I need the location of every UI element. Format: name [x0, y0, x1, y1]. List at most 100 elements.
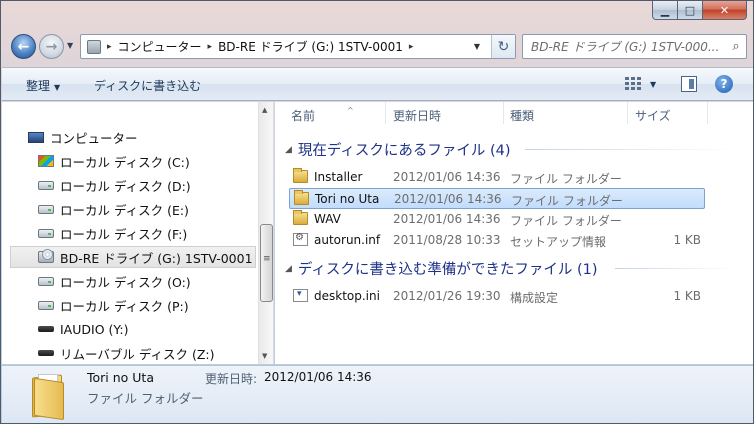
sidebar-item-drive-z[interactable]: リムーバブル ディスク (Z:) [38, 342, 214, 364]
sidebar-item-label: コンピューター [50, 130, 138, 146]
address-history-dropdown[interactable]: ▼ [467, 35, 487, 58]
details-item-type: ファイル フォルダー [87, 391, 204, 406]
arrow-left-icon: ← [17, 38, 30, 55]
disc-drive-icon [38, 249, 54, 263]
explorer-window: ▁ □ ✕ ← → ▼ ▸ コンピューター ▸ BD-RE ドライブ (G:) … [0, 0, 754, 424]
sort-ascending-icon: ^ [347, 106, 354, 115]
close-button[interactable]: ✕ [703, 1, 747, 20]
file-name: desktop.ini [314, 289, 380, 303]
file-date: 2012/01/06 14:36 [393, 170, 501, 184]
file-row[interactable]: autorun.inf 2011/08/28 10:33 セットアップ情報 1 … [289, 230, 705, 251]
forward-button[interactable]: → [39, 34, 64, 59]
sidebar-item-drive-p[interactable]: ローカル ディスク (P:) [38, 294, 189, 316]
file-date: 2012/01/06 14:36 [393, 212, 501, 226]
file-row[interactable]: desktop.ini 2012/01/26 19:30 構成設定 1 KB [289, 286, 705, 307]
minimize-button[interactable]: ▁ [652, 1, 678, 20]
details-item-name: Tori no Uta [87, 370, 154, 385]
caption-buttons: ▁ □ ✕ [652, 1, 747, 20]
group-title: 現在ディスクにあるファイル (4) [297, 143, 511, 159]
file-date: 2012/01/06 14:36 [394, 192, 502, 206]
sidebar-item-drive-c[interactable]: ローカル ディスク (C:) [38, 150, 190, 172]
system-drive-icon [38, 155, 54, 167]
column-divider[interactable] [503, 102, 504, 124]
command-bar: 整理 ▼ ディスクに書き込む ▼ ? [2, 67, 753, 101]
arrow-right-icon: → [45, 38, 58, 55]
column-divider[interactable] [385, 102, 386, 124]
config-file-icon [293, 289, 308, 302]
sidebar-item-drive-y[interactable]: IAUDIO (Y:) [38, 318, 128, 340]
collapse-triangle-icon[interactable]: ◢ [285, 145, 292, 155]
sidebar-item-drive-o[interactable]: ローカル ディスク (O:) [38, 270, 191, 292]
view-options-dropdown[interactable]: ▼ [650, 80, 656, 89]
details-pane: Tori no Uta ファイル フォルダー 更新日時: 2012/01/06 … [2, 365, 753, 423]
navigation-pane-scrollbar[interactable]: ▲ ▼ [258, 102, 273, 364]
search-input[interactable]: BD-RE ドライブ (G:) 1STV-000... [523, 38, 726, 55]
organize-label: 整理 [26, 79, 51, 93]
collapse-triangle-icon[interactable]: ◢ [285, 264, 292, 274]
sidebar-item-label: ローカル ディスク (D:) [60, 178, 191, 194]
group-header-current-files[interactable]: ◢ 現在ディスクにあるファイル (4) [285, 139, 511, 160]
scroll-up-icon[interactable]: ▲ [262, 106, 267, 114]
sidebar-item-drive-e[interactable]: ローカル ディスク (E:) [38, 198, 189, 220]
column-header-name[interactable]: 名前 ^ [291, 106, 354, 124]
group-divider [615, 268, 735, 269]
breadcrumb-separator[interactable]: ▸ [107, 42, 112, 52]
usb-drive-icon [38, 350, 54, 356]
column-divider[interactable] [627, 102, 628, 124]
column-divider[interactable] [707, 102, 708, 124]
file-size: 1 KB [673, 289, 701, 303]
help-icon[interactable]: ? [715, 75, 733, 93]
file-type: ファイル フォルダー [510, 172, 622, 186]
chevron-down-icon: ▼ [54, 83, 61, 92]
file-date: 2012/01/26 19:30 [393, 289, 501, 303]
sidebar-item-label: BD-RE ドライブ (G:) 1STV-0001 [60, 250, 253, 266]
column-header-size[interactable]: サイズ [635, 107, 671, 124]
refresh-icon: ↻ [497, 38, 510, 55]
maximize-button[interactable]: □ [678, 1, 703, 20]
folder-icon [294, 190, 309, 205]
group-divider [525, 149, 735, 150]
sidebar-item-drive-f[interactable]: ローカル ディスク (F:) [38, 222, 187, 244]
scrollbar-thumb[interactable] [260, 224, 273, 302]
file-type: ファイル フォルダー [511, 194, 623, 208]
sidebar-item-label: ローカル ディスク (O:) [60, 274, 191, 290]
file-type: ファイル フォルダー [510, 214, 622, 228]
back-button[interactable]: ← [11, 34, 36, 59]
sidebar-item-label: ローカル ディスク (P:) [60, 298, 189, 314]
sidebar-item-label: ローカル ディスク (C:) [60, 154, 190, 170]
breadcrumb-separator[interactable]: ▸ [208, 42, 213, 52]
burn-to-disc-button[interactable]: ディスクに書き込む [94, 77, 201, 94]
refresh-button[interactable]: ↻ [491, 35, 515, 58]
address-bar[interactable]: ▸ コンピューター ▸ BD-RE ドライブ (G:) 1STV-0001 ▸ … [80, 34, 516, 59]
sidebar-item-label: ローカル ディスク (F:) [60, 226, 188, 242]
file-size: 1 KB [673, 233, 701, 247]
drive-icon [38, 228, 54, 238]
column-header-date[interactable]: 更新日時 [393, 107, 441, 124]
sidebar-item-label: ローカル ディスク (E:) [60, 202, 189, 218]
column-label: 名前 [291, 109, 316, 123]
column-header-type[interactable]: 種類 [510, 107, 534, 124]
breadcrumb-separator[interactable]: ▸ [409, 42, 414, 52]
file-row-selected[interactable]: Tori no Uta 2012/01/06 14:36 ファイル フォルダー [289, 188, 705, 209]
details-modified-value: 2012/01/06 14:36 [264, 370, 372, 384]
search-icon[interactable]: ⌕ [726, 37, 746, 57]
sidebar-item-computer[interactable]: コンピューター [28, 126, 138, 148]
setup-info-icon [293, 232, 308, 246]
file-name: Tori no Uta [315, 192, 380, 206]
group-header-files-ready-to-burn[interactable]: ◢ ディスクに書き込む準備ができたファイル (1) [285, 258, 598, 279]
folder-icon [32, 372, 66, 421]
file-row[interactable]: Installer 2012/01/06 14:36 ファイル フォルダー [289, 167, 705, 188]
recent-pages-dropdown[interactable]: ▼ [67, 41, 73, 50]
change-view-icon[interactable] [625, 77, 641, 91]
search-box[interactable]: BD-RE ドライブ (G:) 1STV-000... ⌕ [522, 34, 747, 59]
file-row[interactable]: WAV 2012/01/06 14:36 ファイル フォルダー [289, 209, 705, 230]
file-name: Installer [314, 170, 363, 184]
breadcrumb-computer[interactable]: コンピューター [118, 38, 202, 55]
scroll-down-icon[interactable]: ▼ [262, 352, 267, 360]
file-type: 構成設定 [510, 291, 559, 305]
sidebar-item-drive-g[interactable]: BD-RE ドライブ (G:) 1STV-0001 [10, 246, 256, 268]
organize-menu-button[interactable]: 整理 ▼ [26, 77, 60, 94]
breadcrumb-bd-re-drive[interactable]: BD-RE ドライブ (G:) 1STV-0001 [218, 38, 403, 55]
preview-pane-icon[interactable] [681, 76, 697, 92]
sidebar-item-drive-d[interactable]: ローカル ディスク (D:) [38, 174, 191, 196]
